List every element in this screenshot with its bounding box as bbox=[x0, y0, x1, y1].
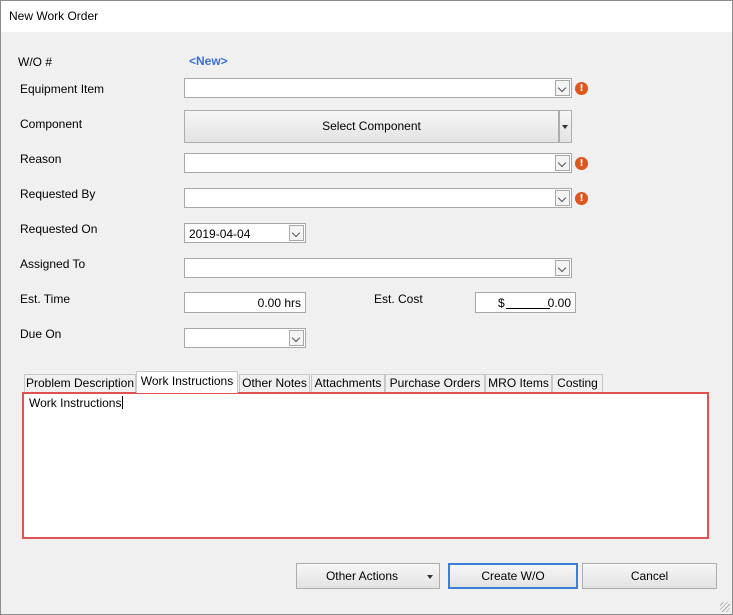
reason-dropdown[interactable] bbox=[184, 153, 572, 173]
chevron-down-icon[interactable] bbox=[289, 330, 304, 346]
text-caret bbox=[122, 396, 124, 409]
chevron-down-icon[interactable] bbox=[555, 80, 570, 96]
est-time-value: 0.00 hrs bbox=[257, 296, 301, 310]
tab-purchase-orders[interactable]: Purchase Orders bbox=[385, 374, 485, 392]
equipment-item-label: Equipment Item bbox=[20, 82, 105, 96]
assigned-to-dropdown[interactable] bbox=[184, 258, 572, 278]
work-instructions-content: Work Instructions bbox=[29, 396, 124, 410]
component-dropdown-button[interactable] bbox=[559, 110, 572, 143]
chevron-down-icon[interactable] bbox=[555, 260, 570, 276]
equipment-item-dropdown[interactable] bbox=[184, 78, 572, 98]
select-component-button[interactable]: Select Component bbox=[184, 110, 559, 143]
tab-costing[interactable]: Costing bbox=[552, 374, 603, 392]
chevron-down-icon[interactable] bbox=[555, 155, 570, 171]
component-label: Component bbox=[20, 117, 83, 131]
tab-other-notes[interactable]: Other Notes bbox=[239, 374, 310, 392]
requested-on-date-picker[interactable]: 2019-04-04 bbox=[184, 223, 306, 243]
wo-number-value: <New> bbox=[189, 54, 228, 68]
requested-on-label: Requested On bbox=[20, 222, 98, 236]
est-time-label: Est. Time bbox=[20, 292, 71, 306]
est-cost-input[interactable]: $ 0.00 bbox=[475, 292, 576, 313]
due-on-date-picker[interactable] bbox=[184, 328, 306, 348]
exclamation-icon: ! bbox=[575, 82, 588, 95]
requested-on-value: 2019-04-04 bbox=[189, 227, 251, 241]
other-actions-label: Other Actions bbox=[325, 569, 399, 583]
create-wo-button[interactable]: Create W/O bbox=[448, 563, 578, 589]
assigned-to-label: Assigned To bbox=[20, 257, 86, 271]
chevron-down-icon[interactable] bbox=[289, 225, 304, 241]
work-instructions-text: Work Instructions bbox=[29, 396, 122, 410]
window-title: New Work Order bbox=[9, 9, 99, 23]
tab-attachments[interactable]: Attachments bbox=[311, 374, 385, 392]
requested-by-label: Requested By bbox=[20, 187, 96, 201]
reason-label: Reason bbox=[20, 152, 62, 166]
title-bar: New Work Order bbox=[1, 1, 732, 32]
caret-down-icon bbox=[562, 125, 568, 129]
wo-number-label: W/O # bbox=[18, 55, 53, 69]
exclamation-icon: ! bbox=[575, 192, 588, 205]
exclamation-icon: ! bbox=[575, 157, 588, 170]
resize-grip-icon[interactable] bbox=[720, 602, 730, 612]
cancel-button[interactable]: Cancel bbox=[582, 563, 717, 589]
est-cost-label: Est. Cost bbox=[374, 292, 423, 306]
other-actions-button[interactable]: Other Actions bbox=[296, 563, 440, 589]
est-cost-currency: $ bbox=[498, 296, 505, 310]
est-time-input[interactable]: 0.00 hrs bbox=[184, 292, 306, 313]
requested-by-dropdown[interactable] bbox=[184, 188, 572, 208]
tab-problem-description[interactable]: Problem Description bbox=[24, 374, 136, 392]
tab-mro-items[interactable]: MRO Items bbox=[485, 374, 552, 392]
caret-down-icon bbox=[427, 575, 433, 579]
work-instructions-textarea[interactable]: Work Instructions bbox=[22, 392, 709, 539]
tab-work-instructions[interactable]: Work Instructions bbox=[136, 371, 238, 393]
new-work-order-window: New Work Order W/O # <New> Equipment Ite… bbox=[0, 0, 733, 615]
due-on-label: Due On bbox=[20, 327, 62, 341]
est-cost-value: 0.00 bbox=[547, 296, 571, 310]
est-cost-underline bbox=[506, 308, 550, 309]
chevron-down-icon[interactable] bbox=[555, 190, 570, 206]
